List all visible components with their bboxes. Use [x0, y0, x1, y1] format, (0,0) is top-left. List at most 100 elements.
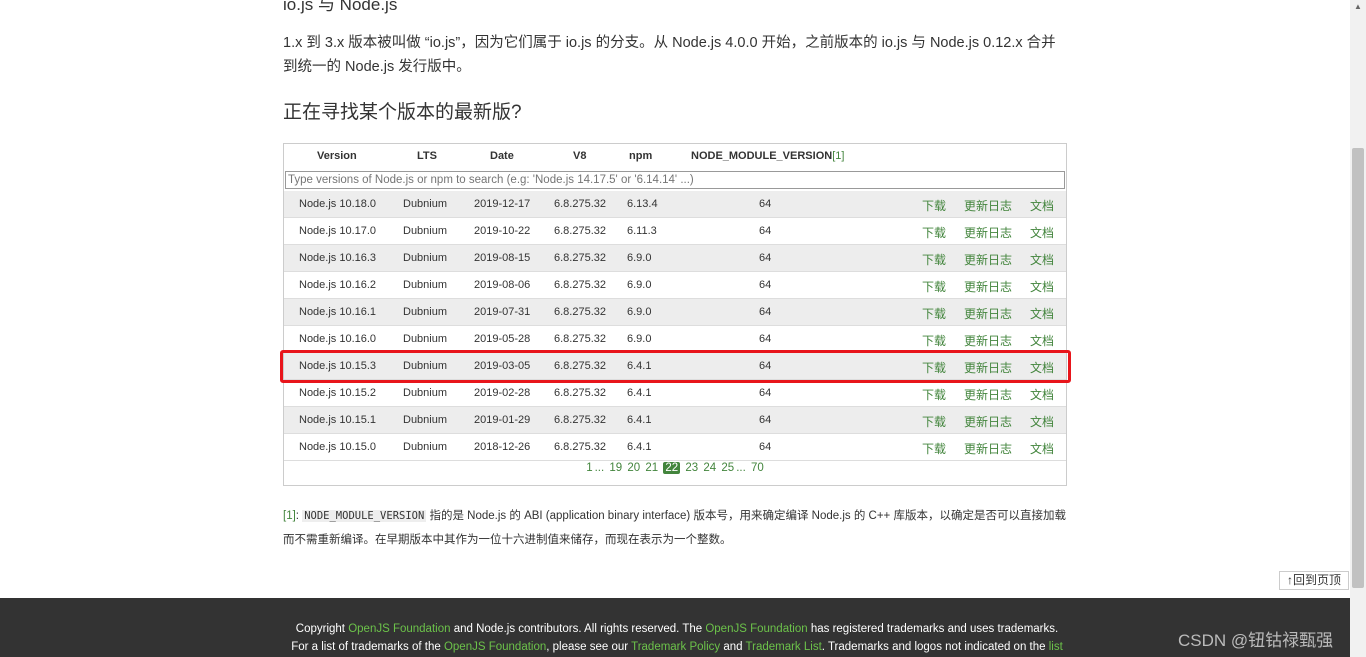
page-link[interactable]: 21	[645, 462, 658, 474]
page-link[interactable]: 20	[627, 462, 640, 474]
col-date[interactable]: Date	[490, 150, 514, 162]
table-header: Version LTS Date V8 npm NODE_MODULE_VERS…	[284, 144, 1066, 170]
col-v8[interactable]: V8	[573, 150, 586, 162]
table-row: Node.js 10.17.0 Dubnium 2019-10-22 6.8.275.…	[284, 218, 1066, 245]
docs-link[interactable]: 文档	[1030, 386, 1054, 403]
cell-lts: Dubnium	[403, 279, 448, 291]
cell-nmv: 64	[759, 279, 772, 291]
page-link[interactable]: 19	[609, 462, 622, 474]
footer-line-1: Copyright OpenJS Foundation and Node.js …	[0, 623, 1354, 635]
cell-npm: 6.9.0	[627, 306, 652, 318]
openjs-link[interactable]: OpenJS Foundation	[348, 623, 450, 635]
changelog-link[interactable]: 更新日志	[964, 197, 1012, 214]
table-body: Node.js 10.18.0 Dubnium 2019-12-17 6.8.275.…	[284, 191, 1066, 461]
docs-link[interactable]: 文档	[1030, 440, 1054, 457]
cell-nmv: 64	[759, 441, 772, 453]
scrollbar-thumb[interactable]	[1352, 148, 1364, 588]
version-search-input[interactable]	[285, 171, 1065, 189]
trademark-policy-link[interactable]: Trademark Policy	[631, 641, 720, 653]
page-link[interactable]: 25	[721, 462, 734, 474]
cell-npm: 6.13.4	[627, 198, 658, 210]
cell-version: Node.js 10.16.3	[299, 252, 377, 264]
table-row: Node.js 10.15.0 Dubnium 2018-12-26 6.8.275.…	[284, 434, 1066, 461]
section-heading-partial: io.js 与 Node.js	[283, 0, 398, 14]
table-row: Node.js 10.15.1 Dubnium 2019-01-29 6.8.275.…	[284, 407, 1066, 434]
page-link[interactable]: 24	[703, 462, 716, 474]
intro-paragraph: 1.x 到 3.x 版本被叫做 “io.js”，因为它们属于 io.js 的分支…	[283, 35, 1056, 75]
cell-nmv: 64	[759, 252, 772, 264]
section-title: 正在寻找某个版本的最新版?	[283, 102, 522, 123]
download-link[interactable]: 下载	[922, 224, 946, 241]
cell-npm: 6.4.1	[627, 414, 652, 426]
cell-v8: 6.8.275.32	[554, 414, 606, 426]
cell-v8: 6.8.275.32	[554, 333, 606, 345]
cell-nmv: 64	[759, 387, 772, 399]
cell-v8: 6.8.275.32	[554, 198, 606, 210]
footer-text: and	[720, 641, 746, 653]
download-link[interactable]: 下载	[922, 386, 946, 403]
cell-lts: Dubnium	[403, 198, 448, 210]
cell-npm: 6.9.0	[627, 333, 652, 345]
download-link[interactable]: 下载	[922, 305, 946, 322]
openjs-link[interactable]: OpenJS Foundation	[705, 623, 807, 635]
changelog-link[interactable]: 更新日志	[964, 440, 1012, 457]
footer-text: and Node.js contributors. All rights res…	[450, 623, 706, 635]
col-version[interactable]: Version	[317, 150, 357, 162]
changelog-link[interactable]: 更新日志	[964, 278, 1012, 295]
page-link[interactable]: 23	[685, 462, 698, 474]
docs-link[interactable]: 文档	[1030, 332, 1054, 349]
page-current[interactable]: 22	[663, 462, 681, 474]
col-nmv[interactable]: NODE_MODULE_VERSION[1]	[691, 150, 844, 162]
table-row: Node.js 10.18.0 Dubnium 2019-12-17 6.8.275.…	[284, 191, 1066, 218]
changelog-link[interactable]: 更新日志	[964, 386, 1012, 403]
cell-lts: Dubnium	[403, 441, 448, 453]
page-link[interactable]: 1	[586, 462, 592, 474]
col-npm[interactable]: npm	[629, 150, 652, 162]
table-row: Node.js 10.15.2 Dubnium 2019-02-28 6.8.275.…	[284, 380, 1066, 407]
col-nmv-label: NODE_MODULE_VERSION	[691, 150, 833, 162]
cell-v8: 6.8.275.32	[554, 225, 606, 237]
changelog-link[interactable]: 更新日志	[964, 332, 1012, 349]
page-link[interactable]: 70	[751, 462, 764, 474]
cell-date: 2019-05-28	[474, 333, 531, 345]
cell-date: 2019-02-28	[474, 387, 531, 399]
list-link[interactable]: list	[1049, 641, 1063, 653]
cell-npm: 6.9.0	[627, 279, 652, 291]
table-row: Node.js 10.16.2 Dubnium 2019-08-06 6.8.275.…	[284, 272, 1066, 299]
download-link[interactable]: 下载	[922, 251, 946, 268]
footer-text: , please see our	[546, 641, 632, 653]
back-to-top-button[interactable]: ↑回到页顶	[1279, 571, 1349, 590]
cell-date: 2019-01-29	[474, 414, 531, 426]
openjs-link[interactable]: OpenJS Foundation	[444, 641, 546, 653]
cell-date: 2019-10-22	[474, 225, 531, 237]
cell-version: Node.js 10.16.2	[299, 279, 377, 291]
download-link[interactable]: 下载	[922, 440, 946, 457]
cell-date: 2019-08-06	[474, 279, 531, 291]
cell-v8: 6.8.275.32	[554, 252, 606, 264]
docs-link[interactable]: 文档	[1030, 413, 1054, 430]
cell-npm: 6.11.3	[627, 225, 657, 237]
changelog-link[interactable]: 更新日志	[964, 251, 1012, 268]
download-link[interactable]: 下载	[922, 278, 946, 295]
docs-link[interactable]: 文档	[1030, 224, 1054, 241]
nmv-footnote-link[interactable]: [1]	[832, 150, 844, 162]
changelog-link[interactable]: 更新日志	[964, 305, 1012, 322]
docs-link[interactable]: 文档	[1030, 251, 1054, 268]
download-link[interactable]: 下载	[922, 413, 946, 430]
trademark-list-link[interactable]: Trademark List	[746, 641, 822, 653]
footnote-ref[interactable]: [1]	[283, 510, 296, 522]
cell-nmv: 64	[759, 225, 772, 237]
cell-date: 2019-08-15	[474, 252, 531, 264]
scroll-up-arrow-icon[interactable]: ▲	[1354, 2, 1362, 11]
docs-link[interactable]: 文档	[1030, 197, 1054, 214]
download-link[interactable]: 下载	[922, 197, 946, 214]
download-link[interactable]: 下载	[922, 332, 946, 349]
footer-text: . Trademarks and logos not indicated on …	[821, 641, 1049, 653]
col-lts[interactable]: LTS	[417, 150, 437, 162]
docs-link[interactable]: 文档	[1030, 278, 1054, 295]
page-ellipsis: ...	[736, 462, 746, 474]
docs-link[interactable]: 文档	[1030, 305, 1054, 322]
changelog-link[interactable]: 更新日志	[964, 224, 1012, 241]
footer-text: has registered trademarks and uses trade…	[807, 623, 1059, 635]
changelog-link[interactable]: 更新日志	[964, 413, 1012, 430]
